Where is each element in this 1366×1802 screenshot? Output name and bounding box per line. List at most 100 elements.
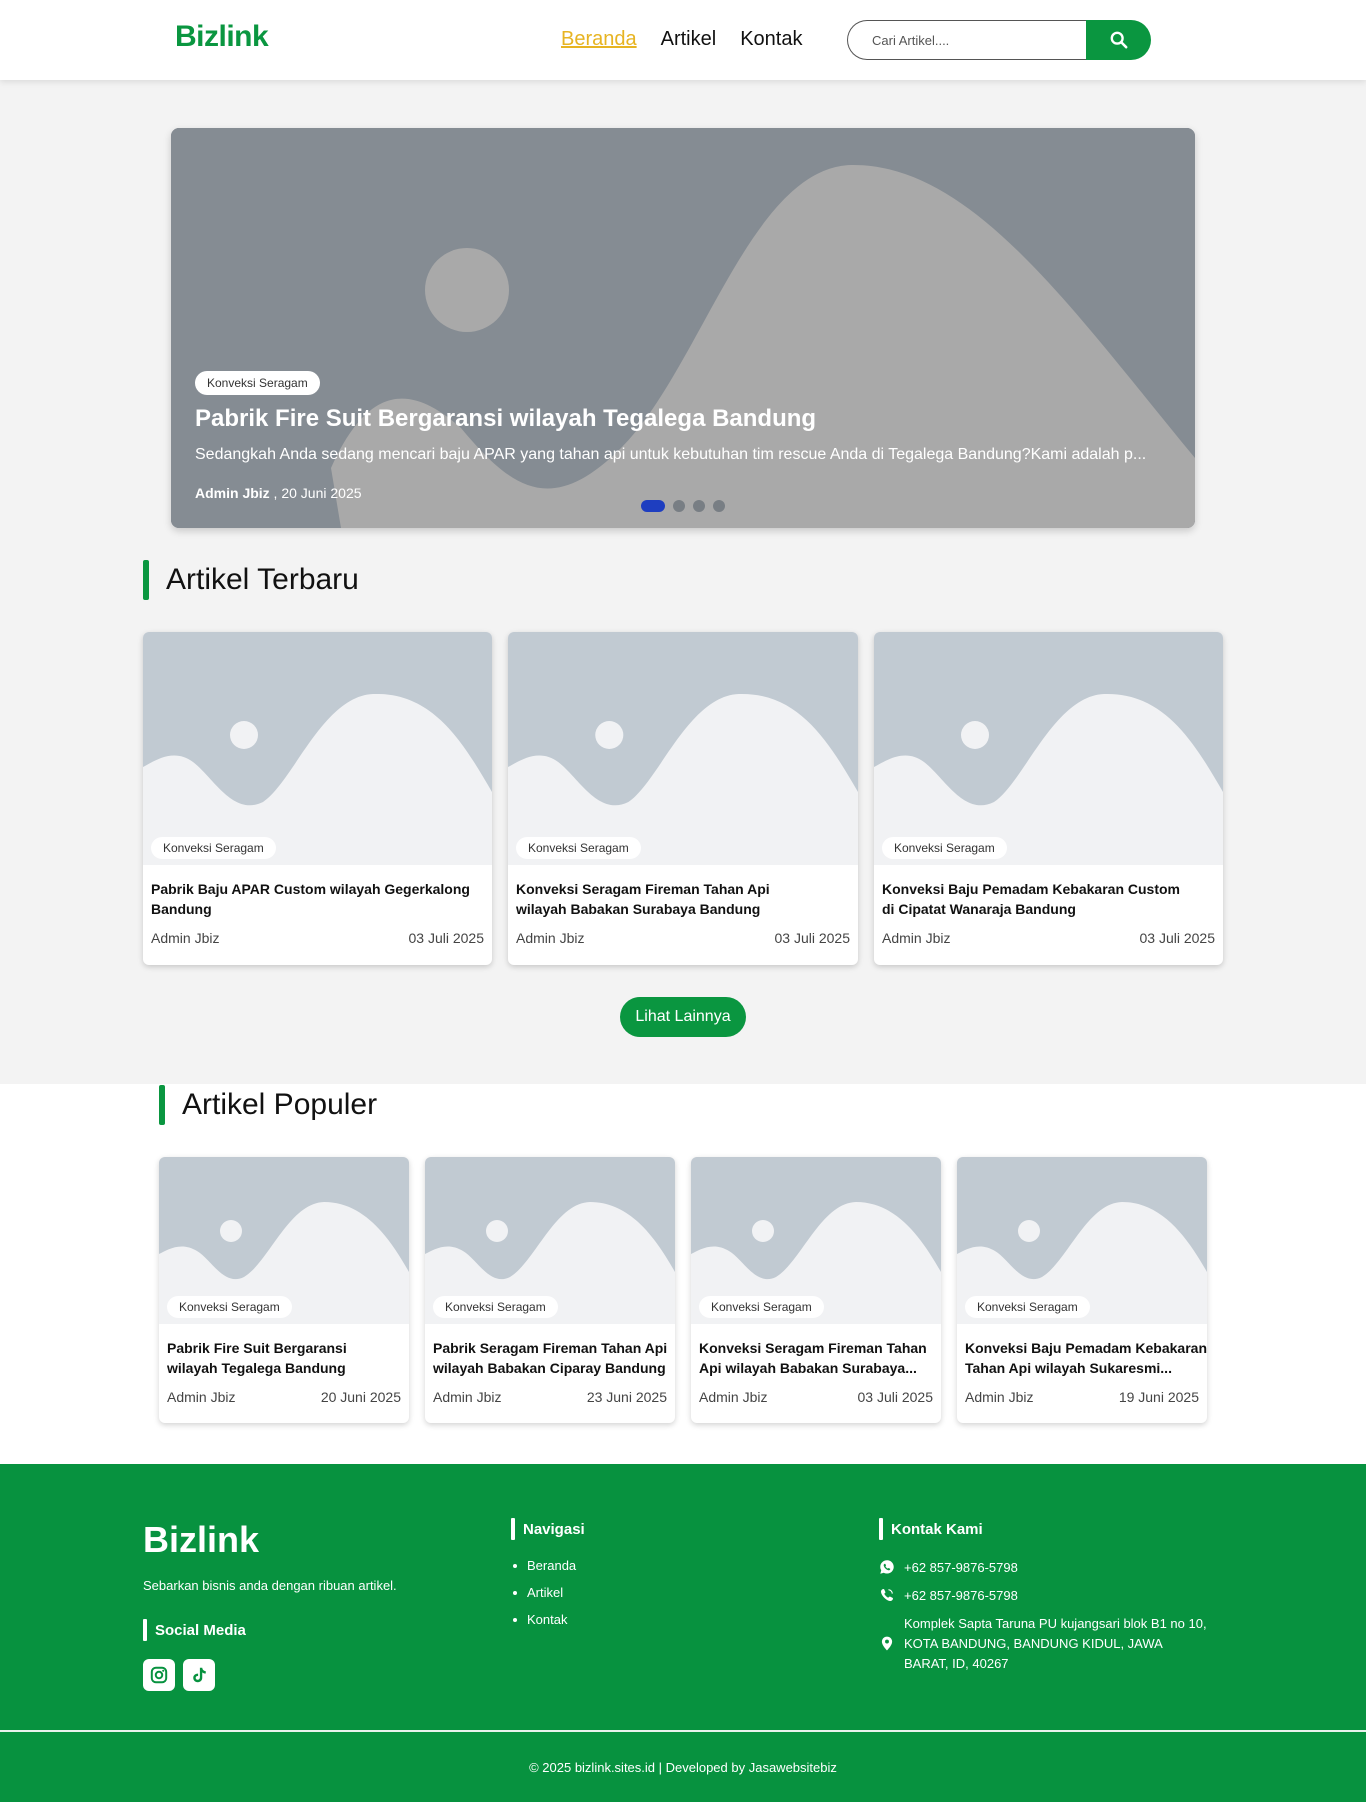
card-category-badge[interactable]: Konveksi Seragam <box>516 837 641 859</box>
contact-address: Komplek Sapta Taruna PU kujangsari blok … <box>879 1614 1207 1674</box>
latest-card[interactable]: Konveksi Seragam Konveksi Baju Pemadam K… <box>874 632 1223 965</box>
card-title-line: Pabrik Baju APAR Custom wilayah Gegerkal… <box>151 881 470 897</box>
slider-dot-1[interactable] <box>641 500 665 512</box>
card-category-badge[interactable]: Konveksi Seragam <box>167 1296 292 1318</box>
footer-link-kontak[interactable]: Kontak <box>512 1612 576 1627</box>
card-author: Admin Jbiz <box>516 930 585 946</box>
hero-image-placeholder <box>171 128 1195 528</box>
card-title[interactable]: Pabrik Baju APAR Custom wilayah Gegerkal… <box>151 879 470 919</box>
latest-section-heading: Artikel Terbaru <box>143 560 359 600</box>
slider-dot-4[interactable] <box>713 500 725 512</box>
card-title-line: wilayah Babakan Surabaya Bandung <box>516 901 761 917</box>
card-title-line: Pabrik Fire Suit Bergaransi <box>167 1340 347 1356</box>
card-title[interactable]: Pabrik Seragam Fireman Tahan Api wilayah … <box>433 1338 667 1378</box>
social-heading-label: Social Media <box>155 1621 246 1639</box>
hero-slider[interactable]: Konveksi Seragam Pabrik Fire Suit Bergar… <box>171 128 1195 528</box>
card-title-line: Pabrik Seragam Fireman Tahan Api <box>433 1340 668 1356</box>
card-date: 20 Juni 2025 <box>320 1389 401 1405</box>
contact-heading-label: Kontak Kami <box>891 1520 983 1538</box>
heading-accent-bar <box>511 1518 515 1540</box>
whatsapp-icon <box>879 1559 895 1575</box>
slider-dots <box>641 500 725 512</box>
address-line: BARAT, ID, 40267 <box>904 1656 1009 1671</box>
card-category-badge[interactable]: Konveksi Seragam <box>433 1296 558 1318</box>
heading-accent-bar <box>159 1085 165 1125</box>
card-author: Admin Jbiz <box>167 1389 236 1405</box>
popular-section-heading: Artikel Populer <box>159 1085 377 1125</box>
card-title-line: Api wilayah Babakan Surabaya... <box>699 1360 917 1376</box>
card-date: 03 Juli 2025 <box>1139 930 1215 946</box>
card-date: 19 Juni 2025 <box>1118 1389 1199 1405</box>
hero-title[interactable]: Pabrik Fire Suit Bergaransi wilayah Tega… <box>195 405 816 433</box>
site-footer: Bizlink Sebarkan bisnis anda dengan ribu… <box>0 1464 1366 1802</box>
phone-number: +62 857-9876-5798 <box>904 1588 1018 1603</box>
card-author: Admin Jbiz <box>882 930 951 946</box>
card-title-line: Konveksi Seragam Fireman Tahan Api <box>516 881 770 897</box>
nav-link-beranda[interactable]: Beranda <box>561 28 637 51</box>
contact-phone[interactable]: +62 857-9876-5798 <box>879 1586 1018 1606</box>
card-image-placeholder <box>874 632 1223 865</box>
search-input[interactable] <box>847 20 1086 60</box>
card-image-placeholder <box>143 632 492 865</box>
card-date: 23 Juni 2025 <box>586 1389 667 1405</box>
popular-card[interactable]: Konveksi Seragam Pabrik Seragam Fireman … <box>425 1157 675 1423</box>
contact-heading: Kontak Kami <box>879 1518 983 1540</box>
search-button[interactable] <box>1086 20 1151 60</box>
footer-link-beranda[interactable]: Beranda <box>512 1558 576 1573</box>
card-title[interactable]: Konveksi Baju Pemadam Kebakaran Custom di… <box>882 879 1180 919</box>
popular-card[interactable]: Konveksi Seragam Konveksi Baju Pemadam K… <box>957 1157 1207 1423</box>
popular-card[interactable]: Konveksi Seragam Konveksi Seragam Firema… <box>691 1157 941 1423</box>
site-logo[interactable]: Bizlink <box>175 20 269 54</box>
phone-icon <box>879 1587 895 1603</box>
heading-accent-bar <box>879 1518 883 1540</box>
card-title[interactable]: Pabrik Fire Suit Bergaransi wilayah Tegal… <box>167 1338 347 1378</box>
latest-card[interactable]: Konveksi Seragam Konveksi Seragam Firema… <box>508 632 858 965</box>
see-more-button[interactable]: Lihat Lainnya <box>620 997 746 1037</box>
footer-divider <box>0 1730 1366 1732</box>
instagram-icon[interactable] <box>143 1659 175 1691</box>
latest-heading: Artikel Terbaru <box>166 563 359 596</box>
card-author: Admin Jbiz <box>965 1389 1034 1405</box>
card-title[interactable]: Konveksi Baju Pemadam Kebakaran Tahan Api… <box>965 1338 1207 1378</box>
footer-copyright: © 2025 bizlink.sites.id | Developed by J… <box>529 1760 837 1775</box>
footer-link-artikel[interactable]: Artikel <box>512 1585 576 1600</box>
hero-category-badge[interactable]: Konveksi Seragam <box>195 371 320 395</box>
slider-dot-2[interactable] <box>673 500 685 512</box>
card-category-badge[interactable]: Konveksi Seragam <box>882 837 1007 859</box>
search-bar <box>847 20 1151 60</box>
footer-tagline: Sebarkan bisnis anda dengan ribuan artik… <box>143 1578 397 1593</box>
hero-author: Admin Jbiz <box>195 485 270 501</box>
card-date: 03 Juli 2025 <box>774 930 850 946</box>
card-category-badge[interactable]: Konveksi Seragam <box>699 1296 824 1318</box>
main-nav: Beranda Artikel Kontak <box>561 28 802 51</box>
card-title-line: wilayah Babakan Ciparay Bandung <box>433 1360 666 1376</box>
card-title-line: Konveksi Seragam Fireman Tahan <box>699 1340 927 1356</box>
tiktok-icon[interactable] <box>183 1659 215 1691</box>
card-category-badge[interactable]: Konveksi Seragam <box>965 1296 1090 1318</box>
footer-logo[interactable]: Bizlink <box>143 1519 259 1561</box>
slider-dot-3[interactable] <box>693 500 705 512</box>
card-title-line: wilayah Tegalega Bandung <box>167 1360 346 1376</box>
hero-meta: Admin Jbiz , 20 Juni 2025 <box>195 485 362 501</box>
address-line: Komplek Sapta Taruna PU kujangsari blok … <box>904 1616 1207 1631</box>
social-links <box>143 1659 215 1691</box>
card-category-badge[interactable]: Konveksi Seragam <box>151 837 276 859</box>
hero-description: Sedangkah Anda sedang mencari baju APAR … <box>195 446 1147 463</box>
card-title[interactable]: Konveksi Seragam Fireman Tahan Api wilaya… <box>516 879 770 919</box>
card-author: Admin Jbiz <box>699 1389 768 1405</box>
popular-heading: Artikel Populer <box>182 1088 378 1121</box>
popular-card[interactable]: Konveksi Seragam Pabrik Fire Suit Bergar… <box>159 1157 409 1423</box>
image-placeholder-icon <box>874 632 1223 865</box>
search-icon <box>1110 31 1127 49</box>
contact-whatsapp[interactable]: +62 857-9876-5798 <box>879 1558 1018 1578</box>
card-title-line: Konveksi Baju Pemadam Kebakaran Custom <box>882 881 1180 897</box>
card-title[interactable]: Konveksi Seragam Fireman Tahan Api wilaya… <box>699 1338 927 1378</box>
social-heading: Social Media <box>143 1619 246 1641</box>
card-author: Admin Jbiz <box>151 930 220 946</box>
card-author: Admin Jbiz <box>433 1389 502 1405</box>
latest-card[interactable]: Konveksi Seragam Pabrik Baju APAR Custom… <box>143 632 492 965</box>
whatsapp-number: +62 857-9876-5798 <box>904 1560 1018 1575</box>
nav-link-artikel[interactable]: Artikel <box>661 28 717 51</box>
address-text: Komplek Sapta Taruna PU kujangsari blok … <box>904 1614 1207 1674</box>
nav-link-kontak[interactable]: Kontak <box>740 28 802 51</box>
